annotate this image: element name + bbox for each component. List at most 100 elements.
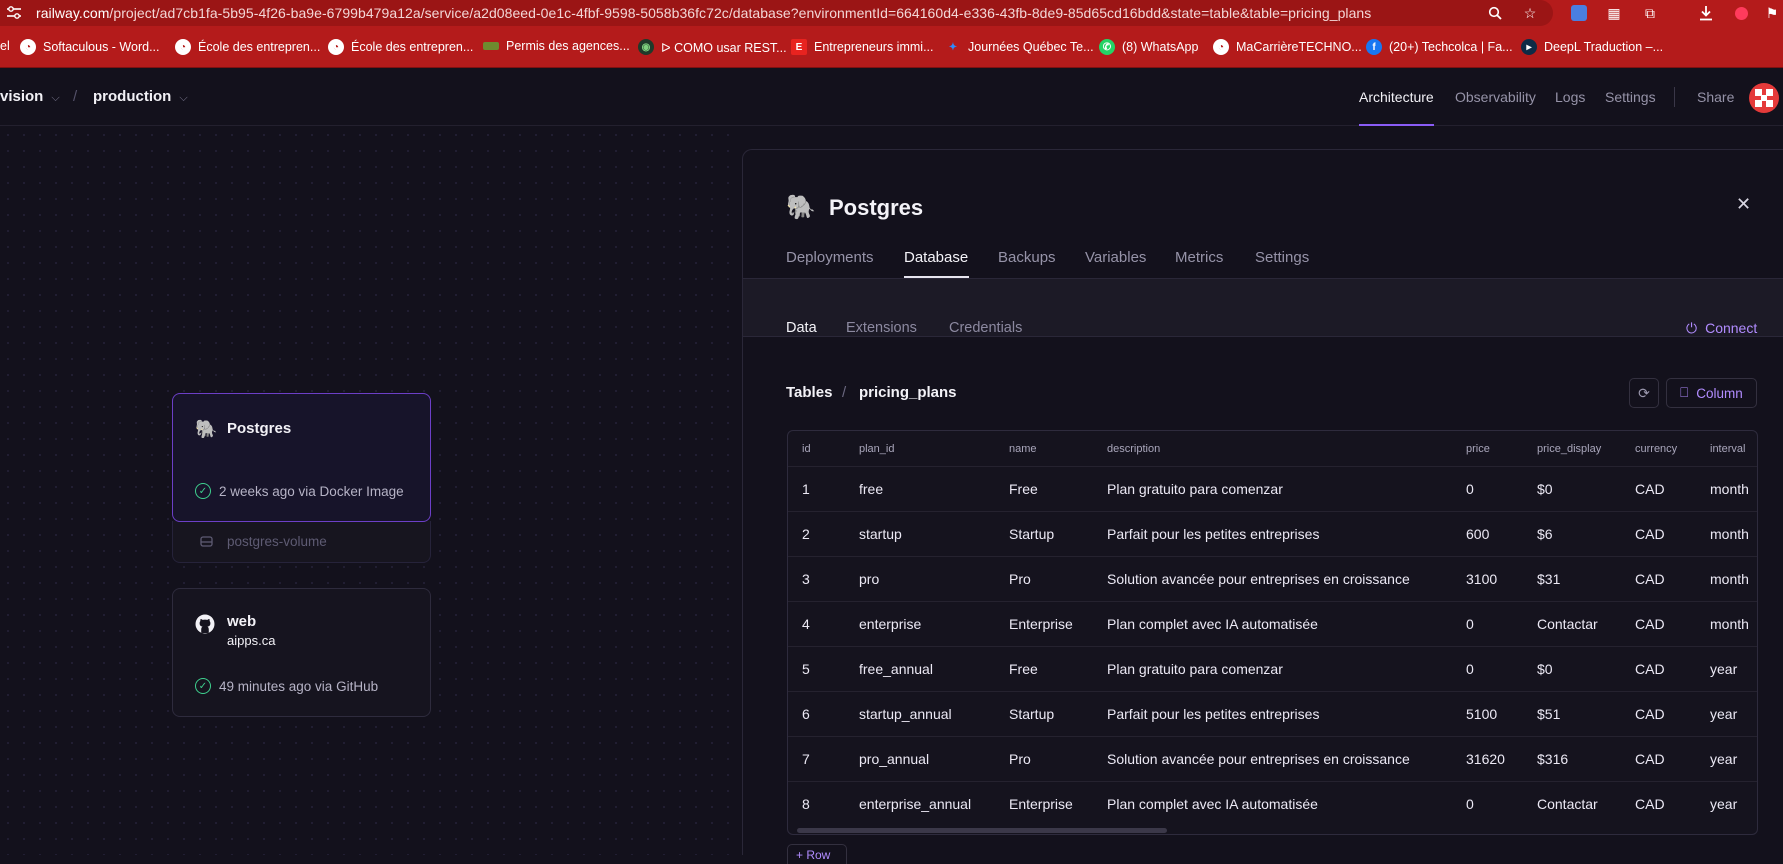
table-cell[interactable]: $51 <box>1537 706 1560 722</box>
table-row[interactable]: 2 startup Startup Parfait pour les petit… <box>788 511 1757 556</box>
table-cell[interactable]: Startup <box>1009 526 1054 542</box>
table-cell[interactable]: 0 <box>1466 481 1474 497</box>
bookmark-item[interactable]: Permis des agences... <box>483 39 630 53</box>
table-cell[interactable]: CAD <box>1635 481 1665 497</box>
table-cell[interactable]: year <box>1710 661 1737 677</box>
translate-icon[interactable] <box>1569 3 1589 23</box>
breadcrumb-tables[interactable]: Tables <box>786 384 832 401</box>
bookmark-item[interactable]: ◔ École des entrepren... <box>175 39 320 55</box>
subtab-credentials[interactable]: Credentials <box>949 320 1022 336</box>
table-cell[interactable]: 31620 <box>1466 751 1505 767</box>
table-cell[interactable]: Pro <box>1009 571 1031 587</box>
table-cell[interactable]: Contactar <box>1537 796 1598 812</box>
table-cell[interactable]: Startup <box>1009 706 1054 722</box>
web-service-card[interactable]: web aipps.ca ✓ 49 minutes ago via GitHub <box>172 588 431 717</box>
table-cell[interactable]: Enterprise <box>1009 796 1073 812</box>
table-cell[interactable]: CAD <box>1635 796 1665 812</box>
postgres-service-card[interactable]: 🐘 Postgres ✓ 2 weeks ago via Docker Image <box>172 393 431 522</box>
table-row[interactable]: 8 enterprise_annual Enterprise Plan comp… <box>788 781 1757 826</box>
column-header[interactable]: price_display <box>1537 443 1601 455</box>
tab-database[interactable]: Database <box>904 249 968 266</box>
table-cell[interactable]: startup <box>859 526 902 542</box>
table-cell[interactable]: month <box>1710 616 1749 632</box>
table-cell[interactable]: $0 <box>1537 481 1553 497</box>
avatar[interactable] <box>1749 83 1779 113</box>
table-cell[interactable]: free <box>859 481 883 497</box>
site-settings-icon[interactable] <box>6 6 22 20</box>
bookmark-item[interactable]: ✆ (8) WhatsApp <box>1099 39 1198 55</box>
column-header[interactable]: currency <box>1635 443 1677 455</box>
table-cell[interactable]: CAD <box>1635 571 1665 587</box>
extension-grid-icon[interactable]: ▦ <box>1604 3 1624 23</box>
table-row[interactable]: 1 free Free Plan gratuito para comenzar … <box>788 466 1757 511</box>
table-cell[interactable]: Parfait pour les petites entreprises <box>1107 706 1319 722</box>
table-cell[interactable]: 3100 <box>1466 571 1497 587</box>
column-header[interactable]: interval <box>1710 443 1745 455</box>
service-domain[interactable]: aipps.ca <box>227 633 275 648</box>
column-header[interactable]: description <box>1107 443 1160 455</box>
table-cell[interactable]: 3 <box>802 571 810 587</box>
extension-red-icon[interactable] <box>1731 3 1751 23</box>
table-cell[interactable]: $316 <box>1537 751 1568 767</box>
horizontal-scrollbar[interactable] <box>797 828 1167 833</box>
table-cell[interactable]: month <box>1710 526 1749 542</box>
table-cell[interactable]: Contactar <box>1537 616 1598 632</box>
table-cell[interactable]: $6 <box>1537 526 1553 542</box>
table-cell[interactable]: 600 <box>1466 526 1489 542</box>
extension-flag-icon[interactable]: ⚑ <box>1762 3 1782 23</box>
table-cell[interactable]: year <box>1710 796 1737 812</box>
add-column-button[interactable]: ⎕ Column <box>1666 378 1757 408</box>
close-icon[interactable]: ✕ <box>1736 194 1751 215</box>
table-cell[interactable]: CAD <box>1635 751 1665 767</box>
table-cell[interactable]: $31 <box>1537 571 1560 587</box>
table-cell[interactable]: CAD <box>1635 661 1665 677</box>
refresh-button[interactable]: ⟳ <box>1629 378 1659 408</box>
share-button[interactable]: Share <box>1697 89 1734 105</box>
table-cell[interactable]: Pro <box>1009 751 1031 767</box>
url-text[interactable]: railway.com/project/ad7cb1fa-5b95-4f26-b… <box>36 5 1371 21</box>
table-cell[interactable]: 1 <box>802 481 810 497</box>
table-cell[interactable]: Parfait pour les petites entreprises <box>1107 526 1319 542</box>
table-cell[interactable]: Plan gratuito para comenzar <box>1107 661 1283 677</box>
bookmark-item[interactable]: ◔ MaCarrièreTECHNO... <box>1213 39 1362 55</box>
url-field[interactable]: railway.com/project/ad7cb1fa-5b95-4f26-b… <box>0 0 1553 26</box>
subtab-extensions[interactable]: Extensions <box>846 320 917 336</box>
column-header[interactable]: name <box>1009 443 1037 455</box>
table-cell[interactable]: month <box>1710 481 1749 497</box>
connect-button[interactable]: ⏻ Connect <box>1686 320 1757 337</box>
table-cell[interactable]: $0 <box>1537 661 1553 677</box>
table-cell[interactable]: Plan gratuito para comenzar <box>1107 481 1283 497</box>
bookmark-item[interactable]: E Entrepreneurs immi... <box>791 39 933 55</box>
table-row[interactable]: 7 pro_annual Pro Solution avancée pour e… <box>788 736 1757 781</box>
subtab-data[interactable]: Data <box>786 320 817 336</box>
bookmark-item[interactable]: ✦ Journées Québec Te... <box>945 39 1094 55</box>
table-cell[interactable]: Enterprise <box>1009 616 1073 632</box>
table-cell[interactable]: 2 <box>802 526 810 542</box>
table-cell[interactable]: Solution avancée pour entreprises en cro… <box>1107 571 1410 587</box>
table-cell[interactable]: CAD <box>1635 526 1665 542</box>
tab-metrics[interactable]: Metrics <box>1175 249 1223 266</box>
table-cell[interactable]: Plan complet avec IA automatisée <box>1107 796 1318 812</box>
column-header[interactable]: plan_id <box>859 443 894 455</box>
table-cell[interactable]: CAD <box>1635 706 1665 722</box>
table-row[interactable]: 3 pro Pro Solution avancée pour entrepri… <box>788 556 1757 601</box>
column-header[interactable]: id <box>802 443 811 455</box>
tab-backups[interactable]: Backups <box>998 249 1056 266</box>
table-cell[interactable]: 7 <box>802 751 810 767</box>
bookmark-star-icon[interactable]: ☆ <box>1520 3 1540 23</box>
bookmark-item[interactable]: ▸ DeepL Traduction –... <box>1521 39 1663 55</box>
table-cell[interactable]: CAD <box>1635 616 1665 632</box>
table-cell[interactable]: enterprise <box>859 616 921 632</box>
postgres-volume-card[interactable]: postgres-volume <box>172 521 431 563</box>
table-cell[interactable]: startup_annual <box>859 706 952 722</box>
nav-logs[interactable]: Logs <box>1555 89 1585 105</box>
table-row[interactable]: 4 enterprise Enterprise Plan complet ave… <box>788 601 1757 646</box>
tab-variables[interactable]: Variables <box>1085 249 1146 266</box>
table-cell[interactable]: year <box>1710 751 1737 767</box>
bookmark-item[interactable]: ◉ ᐅ COMO usar REST... <box>638 39 787 55</box>
nav-observability[interactable]: Observability <box>1455 89 1536 105</box>
table-cell[interactable]: Free <box>1009 661 1038 677</box>
table-cell[interactable]: 0 <box>1466 661 1474 677</box>
nav-settings[interactable]: Settings <box>1605 89 1656 105</box>
bookmark-item[interactable]: el <box>0 39 10 53</box>
